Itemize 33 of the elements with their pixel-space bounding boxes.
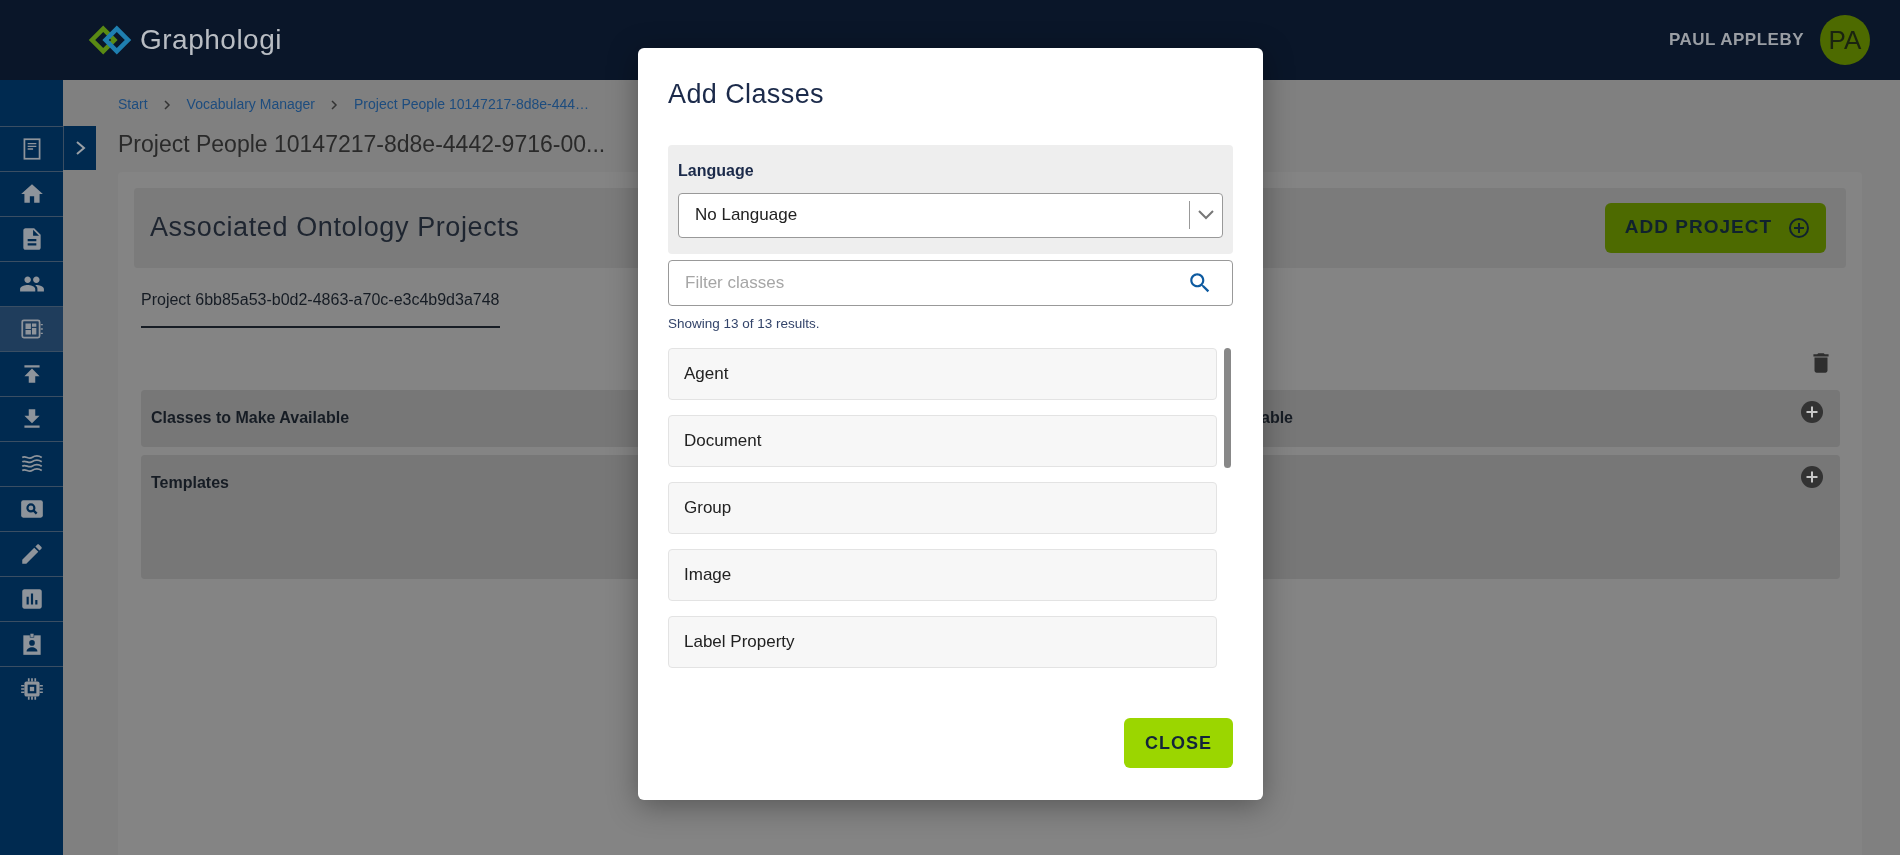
chevron-down-icon xyxy=(1198,210,1214,220)
add-button[interactable] xyxy=(1800,399,1824,424)
class-item[interactable]: Label Property xyxy=(668,615,1217,668)
section-title: Associated Ontology Projects xyxy=(150,211,520,245)
search-field[interactable]: Filter classes xyxy=(668,259,1233,306)
class-item[interactable]: Image xyxy=(668,548,1217,601)
dashboard-icon xyxy=(18,316,45,342)
plus-circle-icon xyxy=(1800,464,1824,489)
sidebar-item[interactable] xyxy=(0,306,63,351)
field-label: Language xyxy=(678,160,755,181)
chip-icon xyxy=(18,676,45,702)
language-select[interactable]: No Language xyxy=(678,192,1223,238)
plus-circle-icon xyxy=(1800,399,1824,424)
modal-title: Add Classes xyxy=(668,78,825,111)
chevron-right-icon xyxy=(163,99,171,110)
logo-text: Graphologi xyxy=(140,23,282,57)
class-item[interactable]: Agent xyxy=(668,347,1217,400)
close-button[interactable]: CLOSE xyxy=(1124,718,1233,768)
user-name[interactable]: PAUL APPLEBY xyxy=(1668,27,1804,53)
chevron-right-icon xyxy=(331,99,338,110)
class-item[interactable]: Document xyxy=(668,414,1217,467)
scrollbar-thumb[interactable] xyxy=(1224,347,1231,468)
panel-title: Templates xyxy=(151,472,230,493)
add-button[interactable] xyxy=(1800,464,1824,489)
results-count: Showing 13 of 13 results. xyxy=(668,314,821,333)
add-circle-icon xyxy=(1788,216,1810,239)
expand-button[interactable] xyxy=(63,126,96,170)
class-item[interactable]: Group xyxy=(668,481,1217,534)
logo-icon xyxy=(88,23,132,57)
page-title: Project People 10147217-8d8e-4442-9716-00... xyxy=(118,130,607,159)
panel-title: Classes to Make Available xyxy=(151,407,351,428)
project-tab[interactable]: Project 6bb85a53-b0d2-4863-a70c-e3c4b9d3a748 xyxy=(141,275,500,328)
panel-title: able xyxy=(1260,407,1293,428)
